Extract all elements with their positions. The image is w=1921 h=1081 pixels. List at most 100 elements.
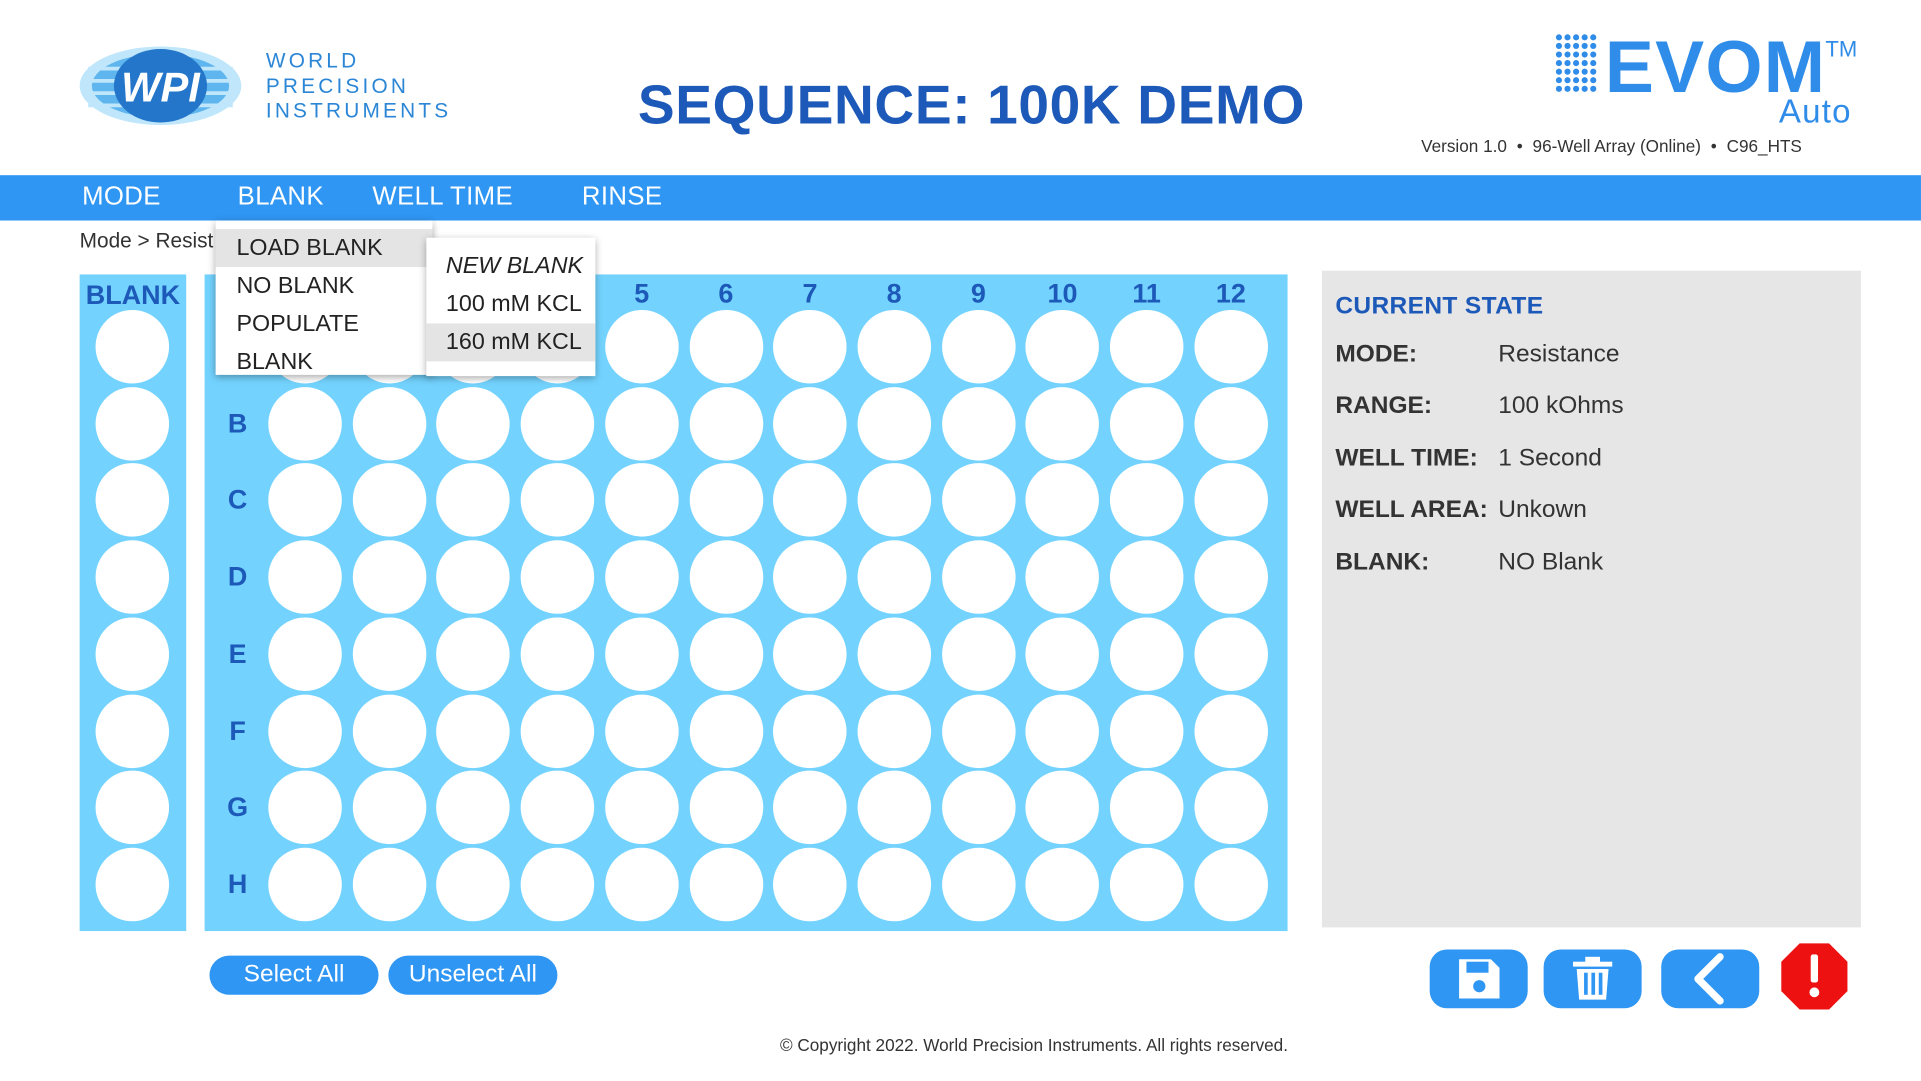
well-g11[interactable]: [1109, 770, 1184, 845]
well-h10[interactable]: [1025, 847, 1100, 922]
row-header-g[interactable]: G: [219, 792, 256, 824]
menu-mode[interactable]: MODE: [82, 183, 161, 212]
well-c12[interactable]: [1194, 463, 1268, 538]
well-d11[interactable]: [1109, 540, 1184, 614]
menu-well-time[interactable]: WELL TIME: [372, 183, 513, 212]
row-header-f[interactable]: F: [219, 715, 256, 747]
well-f5[interactable]: [604, 694, 679, 768]
well-c2[interactable]: [352, 463, 426, 538]
well-a6[interactable]: [689, 309, 763, 384]
menu-rinse[interactable]: RINSE: [582, 183, 662, 212]
blank-well[interactable]: [95, 770, 170, 845]
column-header-7[interactable]: 7: [786, 278, 835, 310]
well-c11[interactable]: [1109, 463, 1184, 538]
well-c6[interactable]: [689, 463, 763, 538]
alert-button[interactable]: [1779, 941, 1850, 1012]
blank-well[interactable]: [95, 386, 170, 461]
well-b2[interactable]: [352, 386, 426, 461]
row-header-h[interactable]: H: [219, 868, 256, 900]
well-f3[interactable]: [436, 694, 511, 768]
well-g6[interactable]: [689, 770, 763, 845]
well-f1[interactable]: [268, 694, 342, 768]
well-b7[interactable]: [773, 386, 847, 461]
well-d9[interactable]: [941, 540, 1016, 614]
well-g2[interactable]: [352, 770, 426, 845]
blank-well[interactable]: [95, 463, 170, 538]
well-b3[interactable]: [436, 386, 511, 461]
row-header-b[interactable]: B: [219, 408, 256, 440]
row-header-c[interactable]: C: [219, 484, 256, 516]
well-a9[interactable]: [941, 309, 1016, 384]
well-d10[interactable]: [1025, 540, 1100, 614]
well-e11[interactable]: [1109, 617, 1184, 691]
well-g5[interactable]: [604, 770, 679, 845]
well-g8[interactable]: [857, 770, 931, 845]
well-g9[interactable]: [941, 770, 1016, 845]
column-header-5[interactable]: 5: [617, 278, 666, 310]
well-g12[interactable]: [1194, 770, 1268, 845]
well-e7[interactable]: [773, 617, 847, 691]
well-h4[interactable]: [520, 847, 595, 922]
well-a11[interactable]: [1109, 309, 1184, 384]
well-b4[interactable]: [520, 386, 595, 461]
well-d5[interactable]: [604, 540, 679, 614]
well-h11[interactable]: [1109, 847, 1184, 922]
well-b10[interactable]: [1025, 386, 1100, 461]
well-a12[interactable]: [1194, 309, 1268, 384]
well-c5[interactable]: [604, 463, 679, 538]
well-e9[interactable]: [941, 617, 1016, 691]
well-h9[interactable]: [941, 847, 1016, 922]
well-h12[interactable]: [1194, 847, 1268, 922]
well-b1[interactable]: [268, 386, 342, 461]
well-c10[interactable]: [1025, 463, 1100, 538]
well-h7[interactable]: [773, 847, 847, 922]
column-header-12[interactable]: 12: [1206, 278, 1255, 310]
well-e3[interactable]: [436, 617, 511, 691]
well-e12[interactable]: [1194, 617, 1268, 691]
select-all-button[interactable]: Select All: [209, 955, 379, 995]
well-e6[interactable]: [689, 617, 763, 691]
well-d6[interactable]: [689, 540, 763, 614]
well-d4[interactable]: [520, 540, 595, 614]
well-d2[interactable]: [352, 540, 426, 614]
option-100mm-kcl[interactable]: 100 mM KCL: [426, 285, 595, 323]
well-f6[interactable]: [689, 694, 763, 768]
well-f4[interactable]: [520, 694, 595, 768]
save-button[interactable]: [1429, 949, 1528, 1009]
option-160mm-kcl[interactable]: 160 mM KCL: [426, 323, 596, 362]
well-h3[interactable]: [436, 847, 511, 922]
well-h2[interactable]: [352, 847, 426, 922]
well-f10[interactable]: [1025, 694, 1100, 768]
well-g7[interactable]: [773, 770, 847, 845]
column-header-10[interactable]: 10: [1038, 278, 1087, 310]
well-a8[interactable]: [857, 309, 931, 384]
well-f8[interactable]: [857, 694, 931, 768]
well-g10[interactable]: [1025, 770, 1100, 845]
option-new-blank[interactable]: NEW BLANK: [426, 247, 595, 285]
well-e10[interactable]: [1025, 617, 1100, 691]
option-no-blank[interactable]: NO BLANK: [216, 267, 433, 305]
well-d7[interactable]: [773, 540, 847, 614]
unselect-all-button[interactable]: Unselect All: [388, 955, 558, 995]
well-f2[interactable]: [352, 694, 426, 768]
option-load-blank[interactable]: LOAD BLANK: [215, 229, 433, 268]
well-g4[interactable]: [520, 770, 595, 845]
blank-well[interactable]: [95, 847, 170, 922]
column-header-9[interactable]: 9: [954, 278, 1003, 310]
well-c9[interactable]: [941, 463, 1016, 538]
well-d12[interactable]: [1194, 540, 1268, 614]
well-d1[interactable]: [268, 540, 342, 614]
well-f12[interactable]: [1194, 694, 1268, 768]
column-header-11[interactable]: 11: [1122, 278, 1171, 310]
well-a5[interactable]: [604, 309, 679, 384]
blank-well[interactable]: [95, 540, 170, 614]
row-header-e[interactable]: E: [219, 638, 256, 670]
blank-well[interactable]: [95, 309, 170, 384]
well-f11[interactable]: [1109, 694, 1184, 768]
well-b5[interactable]: [604, 386, 679, 461]
back-button[interactable]: [1661, 949, 1760, 1009]
well-b12[interactable]: [1194, 386, 1268, 461]
well-c7[interactable]: [773, 463, 847, 538]
well-h1[interactable]: [268, 847, 342, 922]
well-e1[interactable]: [268, 617, 342, 691]
